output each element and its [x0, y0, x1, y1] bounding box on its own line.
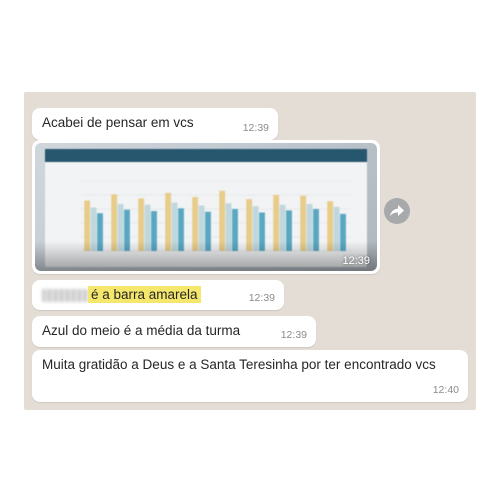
message-bubble[interactable]: Azul do meio é a média da turma 12:39	[32, 316, 316, 347]
message-text: Muita gratidão a Deus e a Santa Teresinh…	[42, 357, 436, 372]
chat-area: Acabei de pensar em vcs 12:39 12:39 é a …	[24, 92, 476, 410]
redacted-name	[42, 289, 88, 302]
screen-header	[45, 149, 367, 162]
message-text: Azul do meio é a média da turma	[42, 323, 241, 338]
message-time: 12:40	[432, 384, 459, 396]
message-time: 12:39	[248, 292, 275, 304]
chart-photo[interactable]	[35, 143, 377, 271]
message-bubble[interactable]: Acabei de pensar em vcs 12:39	[32, 108, 278, 140]
message-time: 12:39	[242, 122, 269, 134]
message-bubble[interactable]: é a barra amarela 12:39	[32, 280, 284, 310]
image-shade	[35, 241, 377, 271]
highlighted-text: é a barra amarela	[88, 286, 201, 303]
forward-button[interactable]	[384, 198, 410, 224]
message-bubble[interactable]: Muita gratidão a Deus e a Santa Teresinh…	[32, 350, 468, 402]
image-message[interactable]: 12:39	[32, 140, 380, 274]
image-time: 12:39	[342, 255, 370, 267]
message-text: Acabei de pensar em vcs	[42, 115, 194, 130]
message-time: 12:39	[280, 329, 307, 341]
forward-arrow-icon	[390, 205, 404, 217]
